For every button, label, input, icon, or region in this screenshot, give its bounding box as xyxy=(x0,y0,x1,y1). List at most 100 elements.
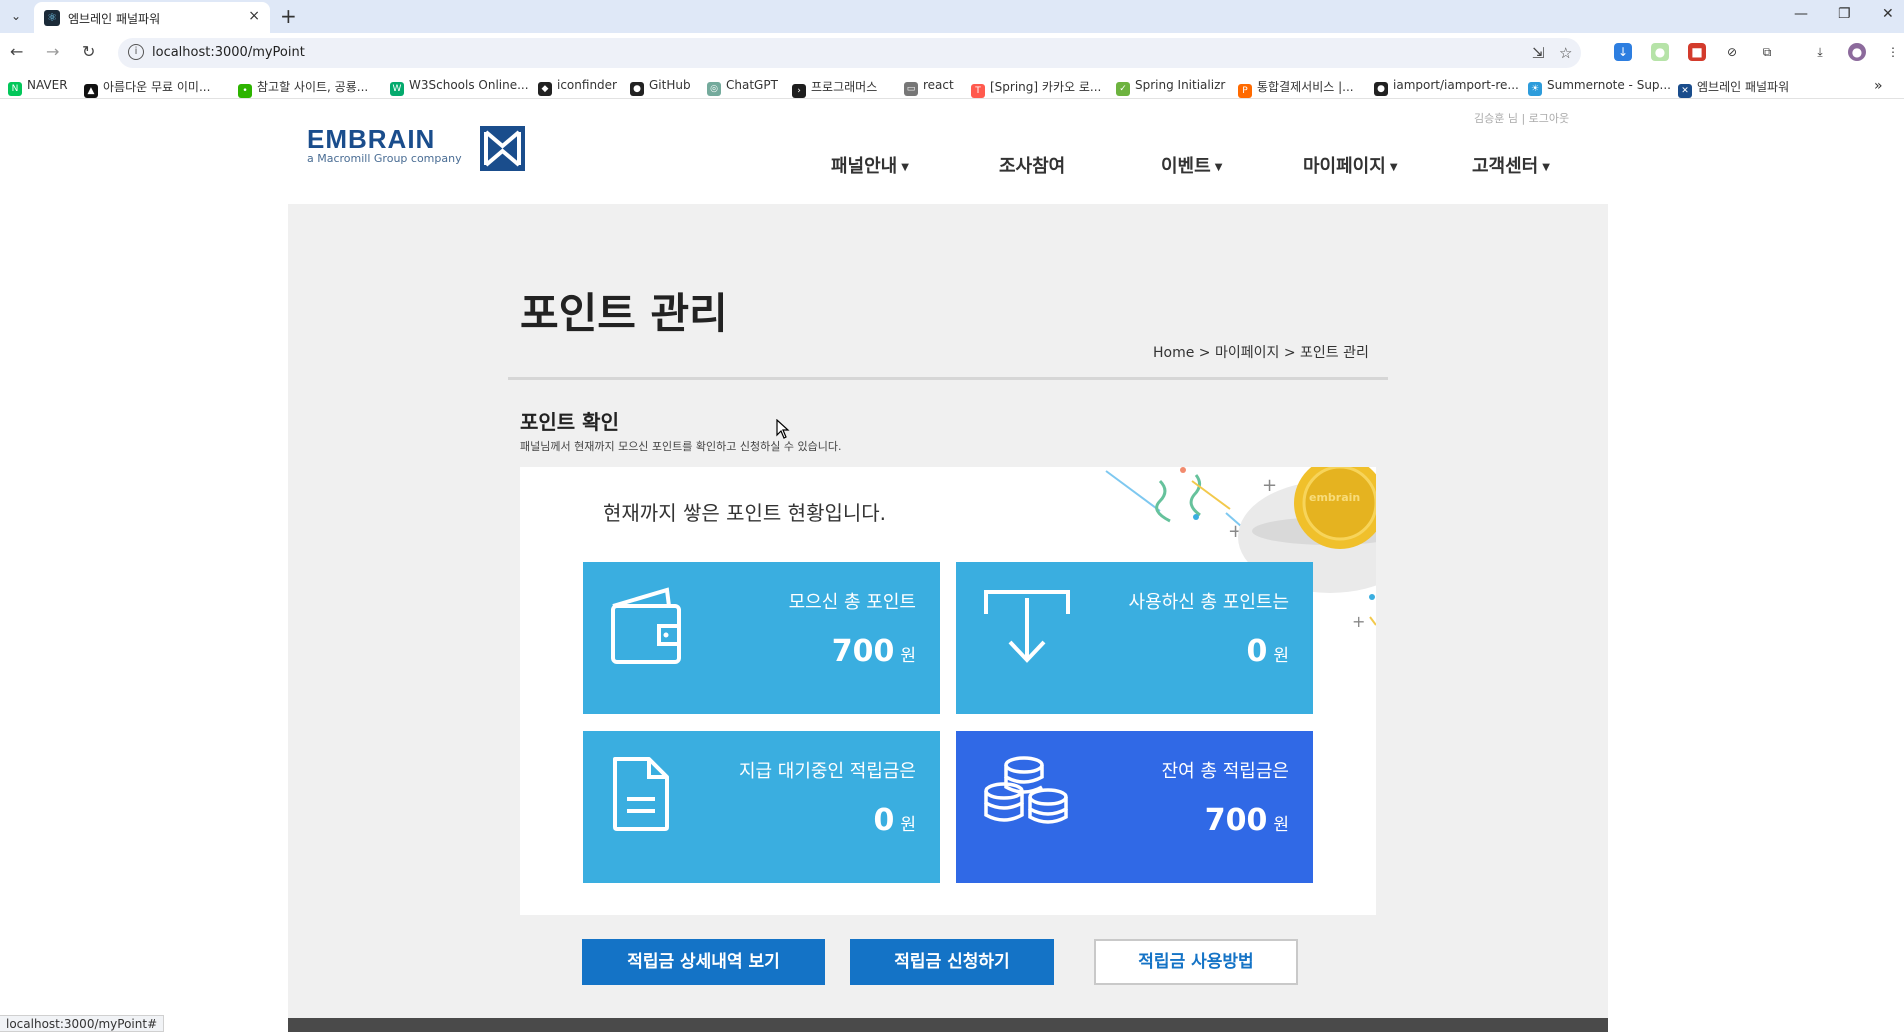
card-total-points-value: 700 원 xyxy=(832,634,916,669)
bookmark-favicon-icon: ☀ xyxy=(1528,82,1542,96)
bookmark-item[interactable]: N NAVER xyxy=(8,78,68,96)
downloads-icon[interactable]: ⤓ xyxy=(1811,43,1829,61)
bookmark-label: ChatGPT xyxy=(726,78,778,92)
user-top-links[interactable]: 김승훈 님 | 로그아웃 xyxy=(1474,110,1569,126)
dropdown-caret-icon: ▼ xyxy=(901,162,909,173)
minimize-window-icon[interactable]: — xyxy=(1794,6,1808,22)
bookmark-label: GitHub xyxy=(649,78,691,92)
bookmarks-overflow-icon[interactable]: » xyxy=(1874,78,1883,94)
coins-icon xyxy=(984,756,1068,824)
bookmark-item[interactable]: ☀ Summernote - Sup... xyxy=(1528,78,1671,96)
bookmark-favicon-icon: ✓ xyxy=(1116,82,1130,96)
card-total-points-amount: 700 xyxy=(831,634,895,669)
card-used-points-unit: 원 xyxy=(1273,646,1289,666)
bookmark-label: NAVER xyxy=(27,78,68,92)
gnb-item[interactable]: 이벤트 ▼ xyxy=(1161,152,1222,178)
card-pending-points-value: 0원 xyxy=(873,803,916,838)
tab-search-chevron-icon[interactable]: ⌄ xyxy=(6,6,26,26)
browser-tab-active[interactable]: ⚛ 엠브레인 패널파워 × xyxy=(34,2,270,33)
mouse-cursor-icon xyxy=(776,419,790,439)
gnb-item[interactable]: 고객센터 ▼ xyxy=(1472,152,1550,178)
card-remaining-points-label: 잔여 총 적립금은 xyxy=(1161,761,1289,782)
point-guide-button[interactable]: 적립금 사용방법 xyxy=(1094,939,1298,985)
section-description: 패널님께서 현재까지 모으신 포인트를 확인하고 신청하실 수 있습니다. xyxy=(520,440,842,453)
bookmark-item[interactable]: ▭ react xyxy=(904,78,954,96)
bookmark-item[interactable]: T [Spring] 카카오 로... xyxy=(971,78,1101,98)
extension-circle-icon[interactable]: ● xyxy=(1651,43,1669,61)
bookmark-item[interactable]: ◆ iconfinder xyxy=(538,78,617,96)
dropdown-caret-icon: ▼ xyxy=(1214,162,1223,173)
bookmarks-bar: » N NAVER ▲ 아름다운 무료 이미... • 참고할 사이트, 공룡... W W3… xyxy=(0,73,1904,99)
new-tab-button[interactable]: + xyxy=(280,4,297,28)
panel-lead-text: 현재까지 쌓은 포인트 현황입니다. xyxy=(603,501,887,525)
title-divider xyxy=(508,377,1388,380)
gnb-item[interactable]: 마이페이지 ▼ xyxy=(1303,152,1398,178)
bookmark-label: 엠브레인 패널파워 xyxy=(1697,80,1790,94)
card-remaining-points: 잔여 총 적립금은 700 원 xyxy=(956,731,1313,883)
bookmark-item[interactable]: P 통합결제서비스 |... xyxy=(1238,78,1354,98)
bookmark-item[interactable]: • 참고할 사이트, 공룡... xyxy=(238,78,368,98)
card-pending-points-unit: 원 xyxy=(900,815,916,835)
bookmark-label: 참고할 사이트, 공룡... xyxy=(257,80,369,94)
browser-menu-icon[interactable]: ⋮ xyxy=(1884,43,1902,61)
card-used-points-value: 0원 xyxy=(1246,634,1289,669)
restore-window-icon[interactable]: ❐ xyxy=(1838,6,1851,22)
tab-close-icon[interactable]: × xyxy=(248,8,260,24)
bookmark-favicon-icon: P xyxy=(1238,84,1252,98)
bookmark-item[interactable]: ▲ 아름다운 무료 이미... xyxy=(84,78,210,98)
gnb-item[interactable]: 패널안내 ▼ xyxy=(831,152,909,178)
bookmark-favicon-icon: • xyxy=(238,84,252,98)
bookmark-label: Spring Initializr xyxy=(1135,78,1226,92)
bookmark-star-icon[interactable]: ☆ xyxy=(1559,44,1572,62)
address-bar[interactable]: i localhost:3000/myPoint ⇲ ☆ xyxy=(118,38,1581,68)
extension-download-icon[interactable]: ↓ xyxy=(1614,43,1632,61)
bookmark-favicon-icon: ▭ xyxy=(904,82,918,96)
bookmark-label: 아름다운 무료 이미... xyxy=(103,80,211,94)
reload-icon[interactable]: ↻ xyxy=(82,42,95,61)
site-logo[interactable]: EMBRAIN xyxy=(307,124,435,155)
card-total-points-unit: 원 xyxy=(900,646,916,666)
bookmark-item[interactable]: ◎ ChatGPT xyxy=(707,78,778,96)
gnb-item[interactable]: 조사참여 xyxy=(999,152,1065,178)
status-bar-url: localhost:3000/myPoint# xyxy=(0,1015,165,1032)
bookmark-label: iconfinder xyxy=(557,78,617,92)
dropdown-caret-icon: ▼ xyxy=(1542,162,1550,173)
gnb-item-label: 패널안내 xyxy=(831,156,898,177)
card-used-points: 사용하신 총 포인트는 0원 xyxy=(956,562,1313,714)
point-history-button[interactable]: 적립금 상세내역 보기 xyxy=(582,939,825,985)
card-used-points-amount: 0 xyxy=(1246,634,1268,669)
bookmark-item[interactable]: ✓ Spring Initializr xyxy=(1116,78,1225,96)
section-title: 포인트 확인 xyxy=(520,410,619,434)
address-url[interactable]: localhost:3000/myPoint xyxy=(152,45,305,60)
gnb-item-label: 이벤트 xyxy=(1161,156,1211,177)
bookmark-label: 통합결제서비스 |... xyxy=(1257,80,1354,94)
profile-avatar-icon[interactable]: ● xyxy=(1848,43,1866,61)
point-apply-button[interactable]: 적립금 신청하기 xyxy=(850,939,1054,985)
bookmark-favicon-icon: › xyxy=(792,84,806,98)
breadcrumb: Home > 마이페이지 > 포인트 관리 xyxy=(1153,345,1369,361)
embrain-logo-mark-icon[interactable] xyxy=(480,126,525,171)
install-app-icon[interactable]: ⇲ xyxy=(1532,44,1545,62)
bookmark-item[interactable]: ● iamport/iamport-re... xyxy=(1374,78,1519,96)
download-icon xyxy=(984,590,1070,663)
back-arrow-icon[interactable]: ← xyxy=(10,42,23,61)
react-favicon-icon: ⚛ xyxy=(44,10,60,26)
extension-block-icon[interactable]: ⊘ xyxy=(1723,43,1741,61)
bookmark-item[interactable]: › 프로그래머스 xyxy=(792,78,877,98)
coin-logo-text: embrain xyxy=(1309,491,1361,504)
browser-toolbar: ← → ↻ i localhost:3000/myPoint ⇲ ☆ ↓ ● ■… xyxy=(0,33,1904,73)
site-logo-subtitle: a Macromill Group company xyxy=(307,152,462,165)
bookmark-favicon-icon: ◆ xyxy=(538,82,552,96)
bookmark-item[interactable]: W W3Schools Online... xyxy=(390,78,529,96)
bookmark-favicon-icon: ◎ xyxy=(707,82,721,96)
svg-text:+: + xyxy=(1352,612,1365,631)
close-window-icon[interactable]: ✕ xyxy=(1882,6,1894,22)
bookmark-item[interactable]: ● GitHub xyxy=(630,78,691,96)
site-info-icon[interactable]: i xyxy=(128,44,144,60)
bookmark-label: 프로그래머스 xyxy=(811,80,878,94)
extension-red-icon[interactable]: ■ xyxy=(1688,43,1706,61)
extensions-puzzle-icon[interactable]: ⧉ xyxy=(1758,43,1776,61)
points-panel: + + + embrain 현재까지 쌓은 포인트 현황입니다. 모으신 총 포… xyxy=(520,467,1376,915)
forward-arrow-icon[interactable]: → xyxy=(46,42,59,61)
bookmark-item[interactable]: ✕ 엠브레인 패널파워 xyxy=(1678,78,1789,98)
